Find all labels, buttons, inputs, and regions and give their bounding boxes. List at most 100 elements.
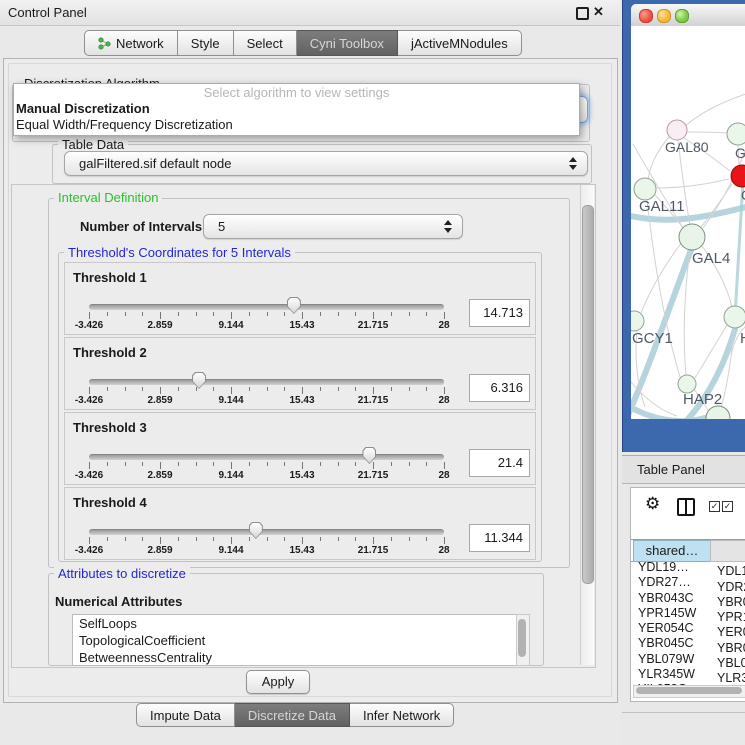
attribute-item[interactable]: BetweennessCentrality	[73, 649, 516, 666]
tick-label: -3.426	[75, 320, 103, 331]
cell-shared-name[interactable]: YBR043C	[631, 591, 717, 606]
cell-shared-name[interactable]: YPR145W	[631, 606, 717, 621]
tick-label: 21.715	[358, 320, 389, 331]
slider-track[interactable]	[89, 454, 444, 460]
tick-label: 9.144	[218, 395, 243, 406]
vertical-scrollbar[interactable]	[580, 185, 594, 665]
checkbox-icon[interactable]: ✓	[722, 501, 733, 512]
tab-style[interactable]: Style	[178, 30, 234, 56]
numerical-attributes-list[interactable]: SelfLoopsTopologicalCoefficientBetweenne…	[72, 614, 517, 666]
list-scrollbar-thumb[interactable]	[518, 619, 526, 657]
network-node[interactable]	[634, 178, 656, 200]
node-label-gal80: GAL80	[665, 139, 709, 155]
tab-label: Network	[116, 36, 164, 51]
close-traffic-light[interactable]	[639, 9, 653, 23]
threshold-slider[interactable]: -3.4262.8599.14415.4321.71528	[89, 371, 444, 407]
horizontal-scrollbar-thumb[interactable]	[636, 687, 742, 694]
network-node[interactable]	[667, 120, 687, 140]
table-row[interactable]: YER054CYER0	[631, 621, 745, 636]
popup-option-equal-width[interactable]: Equal Width/Frequency Discretization	[14, 117, 579, 133]
table-data-combobox[interactable]: galFiltered.sif default node	[64, 151, 588, 176]
tab-label: Select	[247, 36, 283, 51]
network-graph	[631, 26, 745, 419]
table-row[interactable]: YPR145WYPR1	[631, 606, 745, 621]
network-node[interactable]	[727, 123, 745, 145]
cell-shared-name[interactable]: YBL079W	[631, 652, 717, 667]
tick-label: -3.426	[75, 470, 103, 481]
threshold-slider[interactable]: -3.4262.8599.14415.4321.71528	[89, 446, 444, 482]
table-data-group-title: Table Data	[58, 137, 128, 152]
network-node[interactable]	[679, 224, 705, 250]
close-icon[interactable]: ✕	[593, 4, 604, 20]
float-window-icon[interactable]	[576, 7, 589, 20]
cell-shared-name[interactable]: YLR345W	[631, 667, 717, 682]
node-label-clipped: GA	[735, 145, 745, 161]
number-of-intervals-combobox[interactable]: 5	[203, 214, 463, 239]
checkbox-icon[interactable]: ✓	[709, 501, 720, 512]
table-panel-title: Table Panel	[637, 462, 705, 477]
tab-label: Discretize Data	[248, 708, 336, 723]
columns-icon[interactable]	[677, 498, 695, 516]
tab-label: Impute Data	[150, 708, 221, 723]
cell-shared-name[interactable]: YBR045C	[631, 636, 717, 651]
table-row[interactable]: YBR045CYBR0	[631, 636, 745, 651]
tab-label: jActiveMNodules	[411, 36, 508, 51]
network-node[interactable]	[724, 306, 745, 328]
minimize-traffic-light[interactable]	[657, 9, 671, 23]
vertical-scrollbar-thumb[interactable]	[582, 205, 594, 584]
cell-shared-name[interactable]: YDL19…	[631, 560, 717, 575]
slider-tick-labels: -3.4262.8599.14415.4321.71528	[89, 470, 444, 482]
threshold-value-field[interactable]: 6.316	[469, 374, 530, 402]
tab-label: Infer Network	[363, 708, 440, 723]
network-node[interactable]	[631, 311, 644, 331]
tab-cyni-toolbox[interactable]: Cyni Toolbox	[297, 30, 398, 56]
cell-shared-name[interactable]: YDR27…	[631, 575, 717, 590]
slider-track[interactable]	[89, 304, 444, 310]
network-window-frame: GAL80 GA C GAL11 GAL4 GCY1 H HAP2	[622, 0, 745, 452]
zoom-traffic-light[interactable]	[675, 9, 689, 23]
combo-arrows-icon	[444, 215, 453, 238]
tick-label: -3.426	[75, 545, 103, 556]
cell-shared-name[interactable]: YER054C	[631, 621, 717, 636]
network-icon	[98, 37, 111, 50]
column-header-shared[interactable]: shared…	[633, 540, 711, 562]
tab-discretize-data[interactable]: Discretize Data	[235, 703, 350, 727]
threshold-value-field[interactable]: 21.4	[469, 449, 530, 477]
table-row[interactable]: YDL19…YDL1	[631, 560, 745, 575]
threshold-value-field[interactable]: 14.713	[469, 299, 530, 327]
tab-infer-network[interactable]: Infer Network	[350, 703, 454, 727]
table-row[interactable]: YLR345WYLR3	[631, 667, 745, 682]
threshold-panel: Threshold 2 -3.4262.8599.14415.4321.7152…	[64, 337, 536, 410]
threshold-panel: Threshold 3 -3.4262.8599.14415.4321.7152…	[64, 412, 536, 485]
tab-select[interactable]: Select	[234, 30, 297, 56]
attribute-item[interactable]: TopologicalCoefficient	[73, 632, 516, 649]
gear-icon[interactable]: ⚙	[645, 494, 660, 514]
column-header-name[interactable]: na	[710, 540, 745, 562]
horizontal-scrollbar[interactable]	[633, 685, 745, 698]
attribute-item[interactable]: SelfLoops	[73, 615, 516, 632]
threshold-slider[interactable]: -3.4262.8599.14415.4321.71528	[89, 521, 444, 557]
tick-label: 28	[438, 395, 449, 406]
tick-label: 21.715	[358, 395, 389, 406]
tab-label: Style	[191, 36, 220, 51]
network-canvas[interactable]: GAL80 GA C GAL11 GAL4 GCY1 H HAP2	[631, 26, 745, 419]
threshold-value-field[interactable]: 11.344	[469, 524, 530, 552]
apply-button[interactable]: Apply	[246, 670, 310, 694]
list-scrollbar[interactable]	[516, 614, 530, 666]
popup-hint: Select algorithm to view settings	[14, 85, 579, 101]
tab-network[interactable]: Network	[84, 30, 178, 56]
tab-jactivemnodules[interactable]: jActiveMNodules	[398, 30, 522, 56]
threshold-slider[interactable]: -3.4262.8599.14415.4321.71528	[89, 296, 444, 332]
table-row[interactable]: YBL079WYBL0	[631, 652, 745, 667]
threshold-panel: Threshold 1 -3.4262.8599.14415.4321.7152…	[64, 262, 536, 335]
table-row[interactable]: YDR27…YDR2	[631, 575, 745, 590]
threshold-label: Threshold 3	[73, 420, 147, 435]
slider-track[interactable]	[89, 529, 444, 535]
node-label-hap2: HAP2	[683, 391, 722, 408]
popup-option-manual-discretization[interactable]: Manual Discretization	[14, 101, 579, 117]
network-node-red[interactable]	[731, 165, 745, 187]
slider-track[interactable]	[89, 379, 444, 385]
tab-impute-data[interactable]: Impute Data	[136, 703, 235, 727]
table-row[interactable]: YBR043CYBR0	[631, 591, 745, 606]
interval-definition-title: Interval Definition	[54, 190, 162, 205]
